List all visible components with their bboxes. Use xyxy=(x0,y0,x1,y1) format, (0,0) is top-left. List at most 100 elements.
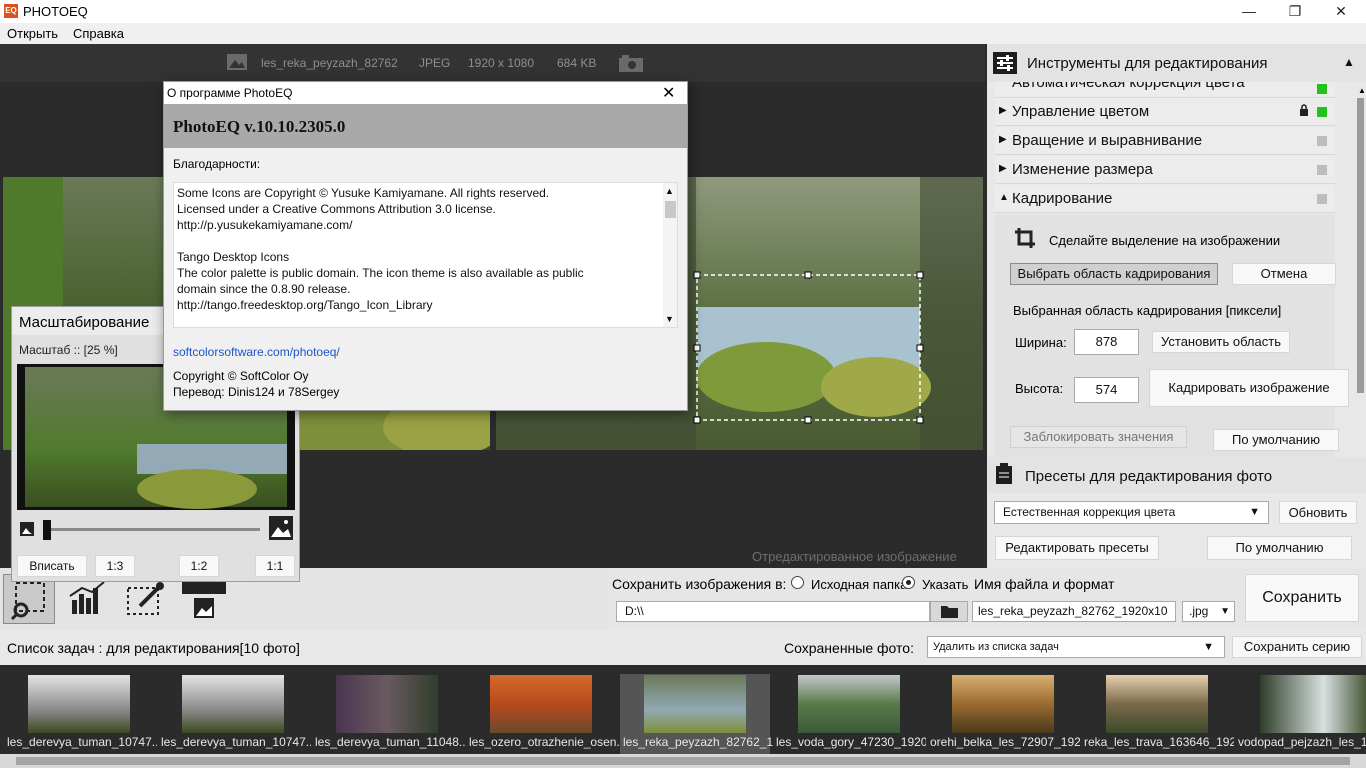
zoom-slider-track[interactable] xyxy=(44,528,260,531)
thumbnail-image[interactable] xyxy=(28,675,130,733)
credits-line: Tango Desktop Icons xyxy=(177,250,290,264)
website-link[interactable]: softcolorsoftware.com/photoeq/ xyxy=(173,345,340,359)
crop-image-button[interactable]: Кадрировать изображение xyxy=(1149,369,1349,407)
scroll-up-icon: ▲ xyxy=(1358,86,1366,95)
saved-photos-label: Сохраненные фото: xyxy=(784,640,914,656)
about-dialog: О программе PhotoEQ ✕ PhotoEQ v.10.10.23… xyxy=(163,81,688,411)
thumbnail-label[interactable]: les_derevya_tuman_11048... xyxy=(315,735,465,749)
zoom-out-icon[interactable] xyxy=(19,521,35,537)
crop-hint: Сделайте выделение на изображении xyxy=(1049,233,1281,248)
zoom-1-3-button[interactable]: 1:3 xyxy=(95,555,135,577)
active-indicator-icon xyxy=(1317,107,1327,117)
source-folder-label: Исходная папка xyxy=(811,577,908,592)
menu-open[interactable]: Открыть xyxy=(7,26,58,41)
saved-photos-dropdown[interactable]: Удалить из списка задач ▼ xyxy=(927,636,1225,658)
refresh-presets-button[interactable]: Обновить xyxy=(1279,501,1357,524)
scroll-down-icon: ▼ xyxy=(665,314,674,324)
browse-folder-button[interactable] xyxy=(930,601,968,622)
tool-resize[interactable]: ▶ Изменение размера xyxy=(995,156,1335,184)
tools-scrollbar[interactable]: ▲ xyxy=(1354,84,1366,500)
credits-line: domain since the 0.8.90 release. xyxy=(177,282,351,296)
fit-button[interactable]: Вписать xyxy=(17,555,87,577)
thumbnail-scrollbar[interactable] xyxy=(0,754,1366,768)
specify-folder-radio[interactable] xyxy=(902,576,915,589)
save-series-button[interactable]: Сохранить серию xyxy=(1232,636,1362,658)
inactive-indicator-icon xyxy=(1317,165,1327,175)
thumbnail-label[interactable]: reka_les_trava_163646_192... xyxy=(1084,735,1234,749)
thumbnail-label[interactable]: les_derevya_tuman_10747... xyxy=(7,735,157,749)
about-dialog-titlebar[interactable]: О программе PhotoEQ ✕ xyxy=(164,82,687,104)
save-path-input[interactable]: D:\\ xyxy=(616,601,930,622)
scrollbar-thumb[interactable] xyxy=(16,757,1350,765)
save-button[interactable]: Сохранить xyxy=(1245,574,1359,622)
presets-header[interactable]: Пресеты для редактирования фото xyxy=(987,457,1366,493)
thumbnail-label[interactable]: les_reka_peyzazh_82762_1... xyxy=(623,735,773,749)
thumbnail-image[interactable] xyxy=(644,675,746,733)
tools-panel: Инструменты для редактирования ▲ Автомат… xyxy=(987,44,1366,568)
thumbnail-image[interactable] xyxy=(952,675,1054,733)
tool-color-management[interactable]: ▶ Управление цветом xyxy=(995,98,1335,126)
thumbnail-image[interactable] xyxy=(336,675,438,733)
credits-scrollbar[interactable]: ▲ ▼ xyxy=(663,183,677,327)
zoom-in-icon[interactable] xyxy=(268,515,294,541)
zoom-1-2-button[interactable]: 1:2 xyxy=(179,555,219,577)
width-input[interactable]: 878 xyxy=(1074,329,1139,355)
credits-line: The color palette is public domain. The … xyxy=(177,266,584,280)
filename-input[interactable]: les_reka_peyzazh_82762_1920x10 xyxy=(972,601,1176,622)
thumbnail-label[interactable]: les_voda_gory_47230_1920... xyxy=(776,735,926,749)
app-version: PhotoEQ v.10.10.2305.0 xyxy=(173,117,346,136)
thumbnail-image[interactable] xyxy=(490,675,592,733)
set-area-button[interactable]: Установить область xyxy=(1152,331,1290,353)
chevron-down-icon: ▼ xyxy=(1249,506,1260,518)
tools-header[interactable]: Инструменты для редактирования ▲ xyxy=(987,44,1366,82)
thumbnail-strip: les_derevya_tuman_10747... les_derevya_t… xyxy=(0,665,1366,768)
maximize-button[interactable]: ❐ xyxy=(1272,0,1318,23)
thumbnail-image[interactable] xyxy=(1106,675,1208,733)
thumbnail-image[interactable] xyxy=(1260,675,1366,733)
chevron-down-icon: ▼ xyxy=(1203,641,1214,653)
crop-area-label: Выбранная область кадрирования [пиксели] xyxy=(1013,303,1282,318)
menu-help[interactable]: Справка xyxy=(73,26,124,41)
specify-folder-label: Указать xyxy=(922,577,969,592)
file-info-bar: les_reka_peyzazh_82762 JPEG 1920 x 1080 … xyxy=(0,44,985,82)
preset-dropdown[interactable]: Естественная коррекция цвета ▼ xyxy=(994,501,1269,524)
edited-image-label: Отредактированное изображение xyxy=(752,549,957,564)
tool-rotate-align[interactable]: ▶ Вращение и выравнивание xyxy=(995,127,1335,155)
format-dropdown[interactable]: .jpg ▼ xyxy=(1182,601,1235,622)
scroll-up-icon: ▲ xyxy=(665,186,674,196)
credits-textbox[interactable]: Some Icons are Copyright © Yusuke Kamiya… xyxy=(173,182,678,328)
window-title: PHOTOEQ xyxy=(23,4,88,19)
thumbnail-image[interactable] xyxy=(182,675,284,733)
tool-auto-color[interactable]: Автоматическая коррекция цвета xyxy=(995,82,1335,98)
zoom-slider-handle[interactable] xyxy=(43,520,51,540)
task-list-bar: Список задач : для редактирования[10 фот… xyxy=(0,630,1366,665)
cancel-crop-button[interactable]: Отмена xyxy=(1232,263,1336,285)
thumbnail-label[interactable]: vodopad_pejzazh_les_16 xyxy=(1238,735,1366,749)
folder-icon xyxy=(941,606,958,618)
zoom-1-1-button[interactable]: 1:1 xyxy=(255,555,295,577)
lock-values-button[interactable]: Заблокировать значения xyxy=(1010,426,1187,448)
minimize-button[interactable]: — xyxy=(1226,0,1272,23)
translation-credits: Перевод: Dinis124 и 78Sergey xyxy=(173,385,340,399)
thumbnail-image[interactable] xyxy=(798,675,900,733)
presets-default-button[interactable]: По умолчанию xyxy=(1207,536,1352,560)
thumbnail-label[interactable]: orehi_belka_les_72907_192... xyxy=(930,735,1080,749)
close-dialog-icon[interactable]: ✕ xyxy=(662,83,675,103)
save-options: Сохранить изображения в: Исходная папка … xyxy=(608,568,1366,630)
thumbnail-label[interactable]: les_ozero_otrazhenie_osen... xyxy=(469,735,619,749)
source-folder-radio[interactable] xyxy=(791,576,804,589)
crop-default-button[interactable]: По умолчанию xyxy=(1213,429,1339,451)
tool-crop[interactable]: ▲ Кадрирование xyxy=(995,185,1335,213)
edit-presets-button[interactable]: Редактировать пресеты xyxy=(995,536,1159,560)
scrollbar-thumb[interactable] xyxy=(1357,98,1364,393)
filename-format-label: Имя файла и формат xyxy=(974,576,1115,592)
about-version-header: PhotoEQ v.10.10.2305.0 xyxy=(164,104,687,148)
height-input[interactable]: 574 xyxy=(1074,377,1139,403)
thumbnail-label[interactable]: les_derevya_tuman_10747... xyxy=(161,735,311,749)
about-dialog-title: О программе PhotoEQ xyxy=(167,86,293,100)
close-window-button[interactable]: ✕ xyxy=(1318,0,1364,23)
collapse-arrow-icon[interactable]: ▲ xyxy=(1343,55,1355,69)
select-crop-area-button[interactable]: Выбрать область кадрирования xyxy=(1010,263,1218,285)
scrollbar-thumb[interactable] xyxy=(665,201,676,218)
file-size: 684 KB xyxy=(557,56,597,70)
